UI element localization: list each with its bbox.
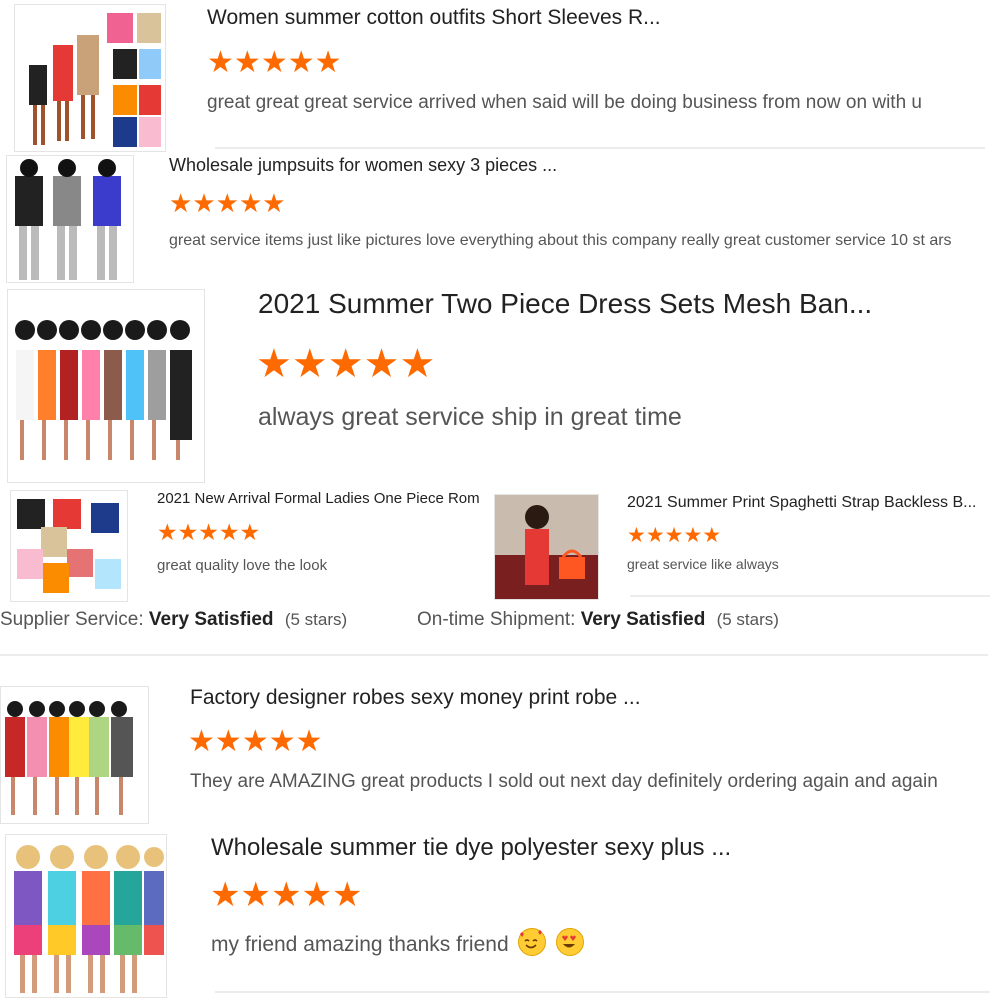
supplier-service-label: Supplier Service: (0, 609, 144, 630)
star-rating: ★ ★ ★ ★ ★ (207, 48, 342, 78)
star-icon: ★ (238, 188, 263, 218)
star-icon: ★ (270, 876, 302, 914)
star-icon: ★ (327, 342, 364, 386)
star-icon: ★ (214, 725, 242, 758)
star-icon: ★ (169, 188, 193, 218)
star-icon: ★ (207, 46, 234, 79)
review-product-title[interactable]: 2021 Summer Print Spaghetti Strap Backle… (627, 494, 977, 512)
review-comment-row: my friend amazing thanks friend (211, 928, 585, 957)
star-icon: ★ (291, 342, 328, 386)
star-rating: ★ ★ ★ ★ ★ (188, 727, 323, 757)
star-rating: ★ ★ ★ ★ ★ (169, 190, 286, 216)
star-rating: ★ ★ ★ ★ ★ (210, 878, 362, 912)
review-comment: always great service ship in great time (258, 403, 682, 431)
star-icon: ★ (363, 342, 400, 386)
review-comment: great service items just like pictures l… (169, 232, 952, 249)
star-icon: ★ (664, 524, 684, 547)
star-rating: ★ ★ ★ ★ ★ (157, 521, 260, 544)
supplier-service-rating: Supplier Service: Very Satisfied (5 star… (0, 609, 347, 631)
review-product-title[interactable]: Factory designer robes sexy money print … (190, 686, 641, 710)
review-comment: great quality love the look (157, 557, 328, 574)
review-comment: They are AMAZING great products I sold o… (190, 771, 938, 792)
product-thumbnail[interactable] (494, 494, 599, 600)
review-comment: my friend amazing thanks friend (211, 933, 509, 956)
star-icon: ★ (295, 725, 323, 758)
product-thumbnail[interactable] (5, 834, 167, 998)
review-product-title[interactable]: 2021 Summer Two Piece Dress Sets Mesh Ba… (258, 288, 872, 320)
star-icon: ★ (702, 524, 722, 547)
divider (215, 991, 990, 993)
smiling-face-with-hearts-icon (518, 928, 547, 956)
review-product-title[interactable]: Wholesale summer tie dye polyester sexy … (211, 834, 731, 862)
review-product-title[interactable]: Women summer cotton outfits Short Sleeve… (207, 6, 661, 30)
divider (215, 147, 985, 149)
star-icon: ★ (239, 519, 261, 545)
star-rating: ★ ★ ★ ★ ★ (256, 344, 435, 384)
review-product-title[interactable]: 2021 New Arrival Formal Ladies One Piece… (157, 490, 493, 507)
star-icon: ★ (210, 876, 241, 914)
star-icon: ★ (683, 524, 703, 547)
star-icon: ★ (301, 876, 332, 914)
review-comment: great great great service arrived when s… (207, 92, 922, 113)
on-time-shipment-rating: On-time Shipment: Very Satisfied (5 star… (417, 609, 779, 631)
star-icon: ★ (188, 725, 215, 758)
star-icon: ★ (262, 188, 286, 218)
star-icon: ★ (241, 725, 269, 758)
divider (0, 654, 988, 656)
star-icon: ★ (331, 876, 363, 914)
product-thumbnail[interactable] (7, 289, 205, 483)
star-icon: ★ (215, 188, 239, 218)
product-thumbnail[interactable] (0, 686, 149, 824)
star-icon: ★ (198, 519, 219, 545)
star-icon: ★ (256, 342, 292, 386)
product-thumbnail[interactable] (14, 4, 166, 152)
on-time-shipment-label: On-time Shipment: (417, 609, 576, 630)
star-icon: ★ (177, 519, 199, 545)
star-icon: ★ (399, 342, 436, 386)
on-time-shipment-value: Very Satisfied (580, 609, 706, 630)
review-product-title[interactable]: Wholesale jumpsuits for women sexy 3 pie… (169, 155, 557, 176)
star-icon: ★ (157, 519, 178, 545)
star-icon: ★ (627, 524, 646, 547)
star-icon: ★ (645, 524, 665, 547)
star-icon: ★ (240, 876, 271, 914)
supplier-service-value: Very Satisfied (148, 609, 274, 630)
heart-eyes-face-icon (556, 928, 585, 956)
star-icon: ★ (260, 46, 288, 79)
star-icon: ★ (192, 188, 216, 218)
star-icon: ★ (314, 46, 342, 79)
star-icon: ★ (268, 725, 296, 758)
product-thumbnail[interactable] (10, 490, 128, 602)
supplier-service-stars: (5 stars) (284, 610, 348, 629)
on-time-shipment-stars: (5 stars) (716, 610, 779, 629)
star-icon: ★ (218, 519, 240, 545)
review-comment: great service like always (627, 556, 779, 572)
star-rating: ★ ★ ★ ★ ★ (627, 525, 721, 546)
star-icon: ★ (287, 46, 315, 79)
divider (630, 595, 990, 597)
star-icon: ★ (233, 46, 261, 79)
product-thumbnail[interactable] (6, 155, 134, 283)
